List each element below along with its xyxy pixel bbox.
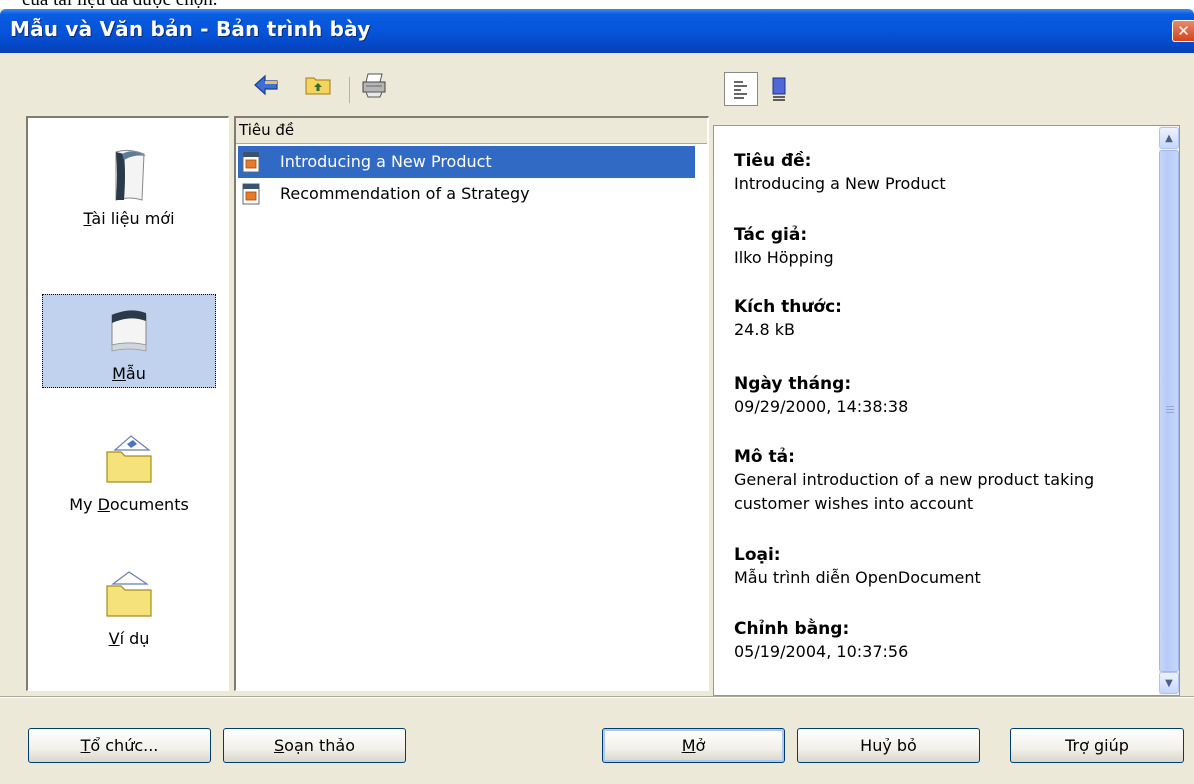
property-title: Tiêu đề: Introducing a New Product — [734, 150, 1154, 196]
edit-button[interactable]: Soạn thảo — [223, 728, 406, 763]
property-value: Mẫu trình diễn OpenDocument — [734, 568, 981, 587]
scroll-up-button[interactable]: ▲ — [1159, 127, 1179, 149]
property-label: Kích thước: — [734, 297, 842, 317]
list-item[interactable]: Recommendation of a Strategy — [238, 178, 695, 210]
property-label: Tiêu đề: — [734, 151, 812, 171]
sidebar-item-label: Mẫu — [112, 364, 146, 383]
category-sidebar: Tài liệu mới Mẫu My Documents Ví dụ — [26, 116, 229, 691]
scroll-grip — [1166, 409, 1174, 410]
samples-folder-icon — [101, 564, 157, 624]
sidebar-item-templates[interactable]: Mẫu — [42, 294, 216, 388]
presentation-template-icon — [240, 182, 262, 217]
property-value: Ilko Höpping — [734, 248, 834, 267]
up-folder-icon[interactable] — [304, 71, 332, 99]
title-bar[interactable]: Mẫu và Văn bản - Bản trình bày ✕ — [0, 9, 1194, 53]
scroll-grip — [1166, 406, 1174, 407]
property-value: 05/19/2004, 10:37:56 — [734, 642, 909, 661]
templates-dialog: Mẫu và Văn bản - Bản trình bày ✕ Tài liệ… — [0, 9, 1194, 784]
property-label: Mô tả: — [734, 447, 795, 467]
chevron-up-icon: ▲ — [1165, 132, 1173, 144]
templates-icon — [104, 301, 154, 361]
property-author: Tác giả: Ilko Höpping — [734, 224, 1154, 270]
property-type: Loại: Mẫu trình diễn OpenDocument — [734, 544, 1154, 590]
sidebar-item-label: Ví dụ — [108, 629, 150, 648]
property-modified: Chỉnh bằng: 05/19/2004, 10:37:56 — [734, 618, 1154, 664]
property-value: Introducing a New Product — [734, 174, 946, 193]
property-label: Chỉnh bằng: — [734, 619, 850, 639]
details-scrollbar[interactable]: ▲ ▼ — [1159, 126, 1179, 695]
property-label: Loại: — [734, 545, 781, 565]
property-label: Ngày tháng: — [734, 374, 852, 394]
sidebar-item-samples[interactable]: Ví dụ — [42, 558, 216, 652]
cancel-button[interactable]: Huỷ bỏ — [797, 728, 980, 763]
property-size: Kích thước: 24.8 kB — [734, 296, 1154, 342]
property-value: 09/29/2000, 14:38:38 — [734, 397, 909, 416]
close-button[interactable]: ✕ — [1172, 20, 1194, 42]
column-header-title[interactable]: Tiêu đề — [236, 118, 707, 144]
toolbar-separator — [349, 77, 350, 103]
scroll-down-button[interactable]: ▼ — [1159, 672, 1179, 694]
back-arrow-icon[interactable] — [252, 71, 280, 99]
preview-icon[interactable] — [762, 72, 796, 106]
property-value: 24.8 kB — [734, 320, 795, 339]
new-document-icon — [104, 144, 154, 208]
scroll-thumb[interactable] — [1159, 150, 1179, 672]
property-value: General introduction of a new product ta… — [734, 470, 1095, 513]
property-label: Tác giả: — [734, 225, 808, 245]
window-title: Mẫu và Văn bản - Bản trình bày — [10, 17, 371, 41]
scroll-grip — [1166, 412, 1174, 413]
document-properties-icon[interactable] — [724, 72, 758, 106]
list-item[interactable]: Introducing a New Product — [238, 146, 695, 178]
sidebar-item-label: My Documents — [69, 495, 189, 514]
chevron-down-icon: ▼ — [1165, 677, 1173, 689]
print-icon[interactable] — [360, 71, 388, 99]
divider — [0, 696, 1194, 698]
property-date: Ngày tháng: 09/29/2000, 14:38:38 — [734, 373, 1154, 419]
sidebar-item-new-document[interactable]: Tài liệu mới — [42, 138, 216, 232]
open-button[interactable]: Mở — [602, 728, 785, 763]
close-icon: ✕ — [1177, 22, 1190, 40]
template-list: Tiêu đề Introducing a New Product Recomm… — [234, 116, 709, 691]
sidebar-item-label: Tài liệu mới — [83, 209, 175, 228]
property-description: Mô tả: General introduction of a new pro… — [734, 446, 1154, 516]
sidebar-item-my-documents[interactable]: My Documents — [42, 424, 216, 518]
document-properties-panel: Tiêu đề: Introducing a New Product Tác g… — [713, 125, 1180, 696]
help-button[interactable]: Trợ giúp — [1010, 728, 1184, 763]
background-document-text: của tài liệu đã được chọn. — [22, 0, 218, 9]
my-documents-folder-icon — [101, 430, 157, 490]
organize-button[interactable]: Tổ chức... — [28, 728, 211, 763]
